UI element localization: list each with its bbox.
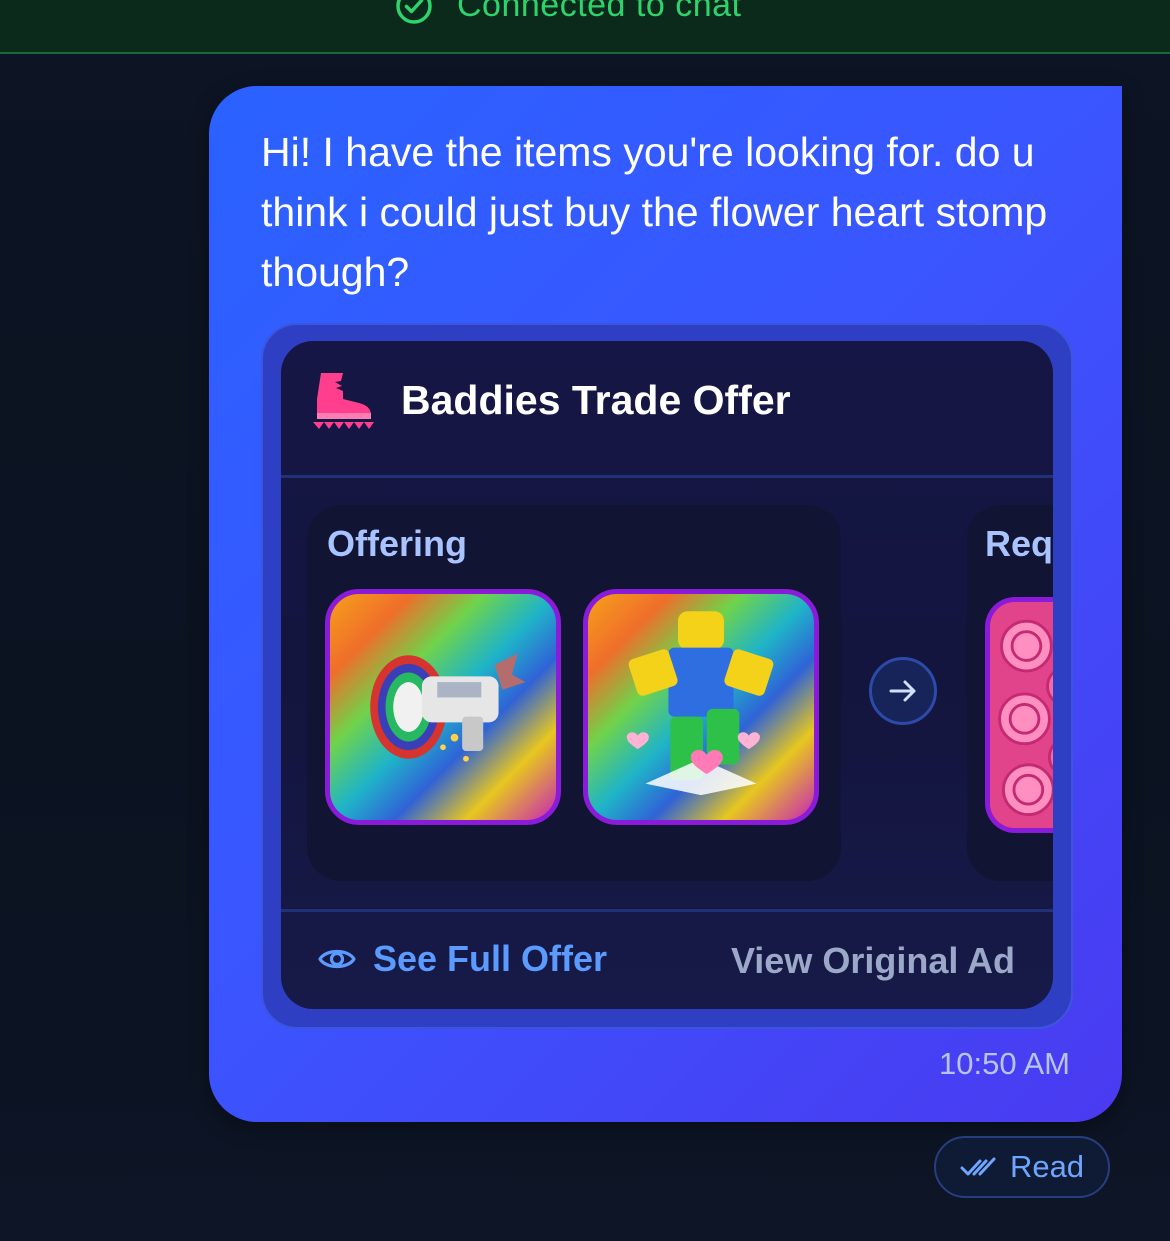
- check-circle-icon: [396, 0, 432, 24]
- trade-offer-card-frame: Baddies Trade Offer Offering Req See Ful…: [261, 323, 1073, 1029]
- eye-icon: [318, 949, 356, 969]
- requesting-panel: Requesting: [967, 505, 1053, 881]
- requesting-item-pink-coins[interactable]: [985, 597, 1053, 833]
- view-original-ad-button[interactable]: View Original Ad: [731, 940, 1015, 982]
- trade-offer-card[interactable]: Baddies Trade Offer Offering Req See Ful…: [281, 341, 1053, 1009]
- read-receipt: Read: [934, 1136, 1110, 1198]
- connection-status: Connected to chat: [395, 0, 741, 25]
- offering-item-rainbow-blaster[interactable]: [325, 589, 561, 825]
- see-full-offer-button[interactable]: See Full Offer: [317, 938, 607, 980]
- connection-status-text: Connected to chat: [457, 0, 742, 24]
- connection-status-bar: Connected to chat: [0, 0, 1170, 54]
- trade-arrow-button[interactable]: [869, 657, 937, 725]
- message-bubble: Hi! I have the items you're looking for.…: [209, 86, 1122, 1122]
- message-text: Hi! I have the items you're looking for.…: [261, 129, 1048, 295]
- arrow-right-icon: [889, 680, 916, 702]
- offering-item-flower-heart-stomp[interactable]: [583, 589, 819, 825]
- double-check-icon: [960, 1157, 996, 1176]
- trade-card-title: Baddies Trade Offer: [401, 377, 791, 423]
- message-timestamp: 10:50 AM: [939, 1046, 1070, 1081]
- offering-panel: Offering: [307, 505, 841, 881]
- requesting-label: Requesting: [985, 523, 1053, 564]
- trade-card-header: Baddies Trade Offer: [281, 341, 1053, 478]
- pink-coins-icon: [990, 602, 1053, 828]
- boot-icon: [313, 373, 374, 429]
- flower-heart-stomp-icon: [626, 611, 774, 796]
- see-full-offer-label: See Full Offer: [373, 938, 608, 979]
- read-label: Read: [1009, 1149, 1085, 1184]
- offering-label: Offering: [327, 523, 467, 564]
- rainbow-blaster-icon: [370, 653, 526, 762]
- trade-card-footer: See Full Offer View Original Ad: [281, 909, 1053, 1009]
